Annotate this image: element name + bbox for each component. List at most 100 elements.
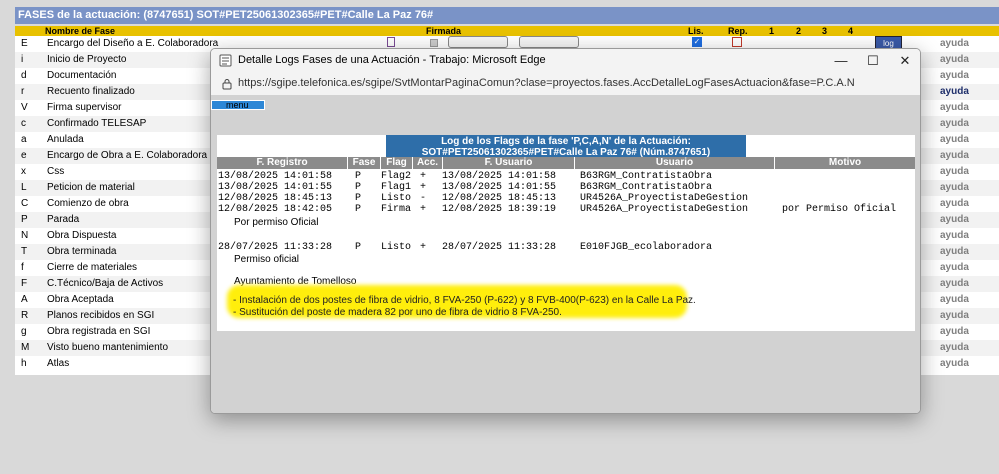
fase-name: Firma supervisor — [47, 102, 122, 113]
fase-code: L — [21, 182, 27, 193]
log-detail-window: Detalle Logs Fases de una Actuación - Tr… — [210, 48, 921, 414]
lock-icon[interactable] — [221, 78, 233, 90]
window-content: menu Log de los Flags de la fase 'P,C,A,… — [211, 95, 920, 413]
window-title: Detalle Logs Fases de una Actuación - Tr… — [238, 54, 546, 66]
cell-flag: Listo — [381, 242, 412, 253]
fase-code: V — [21, 102, 28, 113]
ayuda-link[interactable]: ayuda — [940, 326, 969, 337]
cell-fase: P — [355, 242, 362, 253]
ayuda-link[interactable]: ayuda — [940, 230, 969, 241]
column-header-f-usuario: F. Usuario — [443, 157, 575, 169]
ayuda-link[interactable]: ayuda — [940, 38, 969, 49]
fase-code: g — [21, 326, 27, 337]
lis-checkbox[interactable]: ✓ — [692, 37, 702, 47]
firmada-field[interactable] — [448, 36, 508, 48]
fase-name: Parada — [47, 214, 80, 225]
cell-registro: 12/08/2025 18:42:05 — [218, 204, 333, 215]
fase-code: f — [21, 262, 24, 273]
header-rep: Rep. — [728, 26, 748, 36]
ayuda-link[interactable]: ayuda — [940, 102, 969, 113]
cell-acc: + — [420, 204, 427, 215]
fase-name: Atlas — [47, 358, 70, 369]
cell-f-usuario: 28/07/2025 11:33:28 — [442, 242, 557, 253]
ayuda-link[interactable]: ayuda — [940, 358, 969, 369]
ayuda-link[interactable]: ayuda — [940, 118, 969, 129]
log-note-line: - Sustitución del poste de madera 82 por… — [233, 307, 562, 318]
ayuda-link[interactable]: ayuda — [940, 166, 969, 177]
rep-checkbox[interactable] — [732, 37, 742, 47]
address-bar[interactable]: https://sgipe.telefonica.es/sgipe/SvtMon… — [211, 73, 920, 95]
fase-code: h — [21, 358, 27, 369]
log-row: 28/07/2025 11:33:28 P Listo + 28/07/2025… — [217, 242, 915, 253]
cell-flag: Firma — [381, 204, 412, 215]
window-titlebar[interactable]: Detalle Logs Fases de una Actuación - Tr… — [211, 49, 920, 73]
log-row: 13/08/2025 14:01:55 P Flag1 + 13/08/2025… — [217, 182, 915, 193]
cell-acc: + — [420, 182, 427, 193]
log-row: 13/08/2025 14:01:58 P Flag2 + 13/08/2025… — [217, 171, 915, 182]
fase-code: C — [21, 198, 29, 209]
fase-name: Inicio de Proyecto — [47, 54, 127, 65]
ayuda-link[interactable]: ayuda — [940, 342, 969, 353]
cell-fase: P — [355, 204, 362, 215]
cell-usuario: B63RGM_ContratistaObra — [580, 182, 713, 193]
url-text[interactable]: https://sgipe.telefonica.es/sgipe/SvtMon… — [238, 77, 855, 89]
maximize-button[interactable]: ☐ — [859, 51, 887, 71]
column-header-flag: Flag — [381, 157, 413, 169]
ayuda-link[interactable]: ayuda — [940, 150, 969, 161]
fase-name: Confirmado TELESAP — [47, 118, 147, 129]
cell-registro: 13/08/2025 14:01:55 — [218, 182, 333, 193]
ayuda-link[interactable]: ayuda — [940, 246, 969, 257]
fase-name: Planos recibidos en SGI — [47, 310, 155, 321]
fase-name: Obra Dispuesta — [47, 230, 117, 241]
ayuda-link[interactable]: ayuda — [940, 86, 969, 97]
cell-f-usuario: 13/08/2025 14:01:55 — [442, 182, 557, 193]
fase-code: A — [21, 294, 28, 305]
cell-usuario: E010FJGB_ecolaboradora — [580, 242, 713, 253]
fase-code: e — [21, 150, 27, 161]
fase-code: i — [21, 54, 24, 65]
minimize-button[interactable]: — — [827, 51, 855, 71]
fases-title-bar: FASES de la actuación: (8747651) SOT#PET… — [15, 7, 999, 24]
log-panel: Log de los Flags de la fase 'P,C,A,N' de… — [217, 135, 915, 331]
cell-registro: 28/07/2025 11:33:28 — [218, 242, 333, 253]
ayuda-link[interactable]: ayuda — [940, 214, 969, 225]
fase-code: P — [21, 214, 28, 225]
cell-flag: Flag2 — [381, 171, 412, 182]
fase-code: M — [21, 342, 30, 353]
cell-usuario: UR4526A_ProyectistaDeGestion — [580, 193, 749, 204]
log-title-line1: Log de los Flags de la fase 'P,C,A,N' de… — [441, 136, 691, 147]
log-note: Por permiso Oficial — [234, 217, 319, 228]
ayuda-link[interactable]: ayuda — [940, 294, 969, 305]
ayuda-link[interactable]: ayuda — [940, 70, 969, 81]
ayuda-link[interactable]: ayuda — [940, 54, 969, 65]
ayuda-link[interactable]: ayuda — [940, 134, 969, 145]
document-icon[interactable] — [387, 37, 395, 47]
ayuda-link[interactable]: ayuda — [940, 310, 969, 321]
ayuda-link[interactable]: ayuda — [940, 262, 969, 273]
fase-name: Peticion de material — [47, 182, 135, 193]
log-title: Log de los Flags de la fase 'P,C,A,N' de… — [386, 135, 746, 159]
fase-code: F — [21, 278, 28, 289]
cell-usuario: UR4526A_ProyectistaDeGestion — [580, 204, 749, 215]
ayuda-link[interactable]: ayuda — [940, 198, 969, 209]
firmada-checkbox[interactable] — [430, 39, 438, 47]
fase-code: x — [21, 166, 26, 177]
close-button[interactable]: ✕ — [891, 51, 919, 71]
ayuda-link[interactable]: ayuda — [940, 278, 969, 289]
fase-name: Anulada — [47, 134, 84, 145]
cell-acc: - — [420, 193, 427, 204]
column-header-fase: Fase — [348, 157, 381, 169]
fase-code: d — [21, 70, 27, 81]
fase-code: a — [21, 134, 27, 145]
ayuda-link[interactable]: ayuda — [940, 182, 969, 193]
fases-table-header: Nombre de Fase Firmada Lis. Rep. 1 2 3 4 — [15, 26, 999, 36]
firmada-date-field[interactable] — [519, 36, 579, 48]
page-icon — [219, 54, 232, 67]
fase-name: Obra terminada — [47, 246, 117, 257]
column-header-acc: Acc. — [413, 157, 443, 169]
menu-button[interactable]: menu — [211, 100, 265, 110]
fase-name: Documentación — [47, 70, 117, 81]
cell-acc: + — [420, 242, 427, 253]
cell-f-usuario: 12/08/2025 18:39:19 — [442, 204, 557, 215]
column-header-registro: F. Registro — [217, 157, 348, 169]
